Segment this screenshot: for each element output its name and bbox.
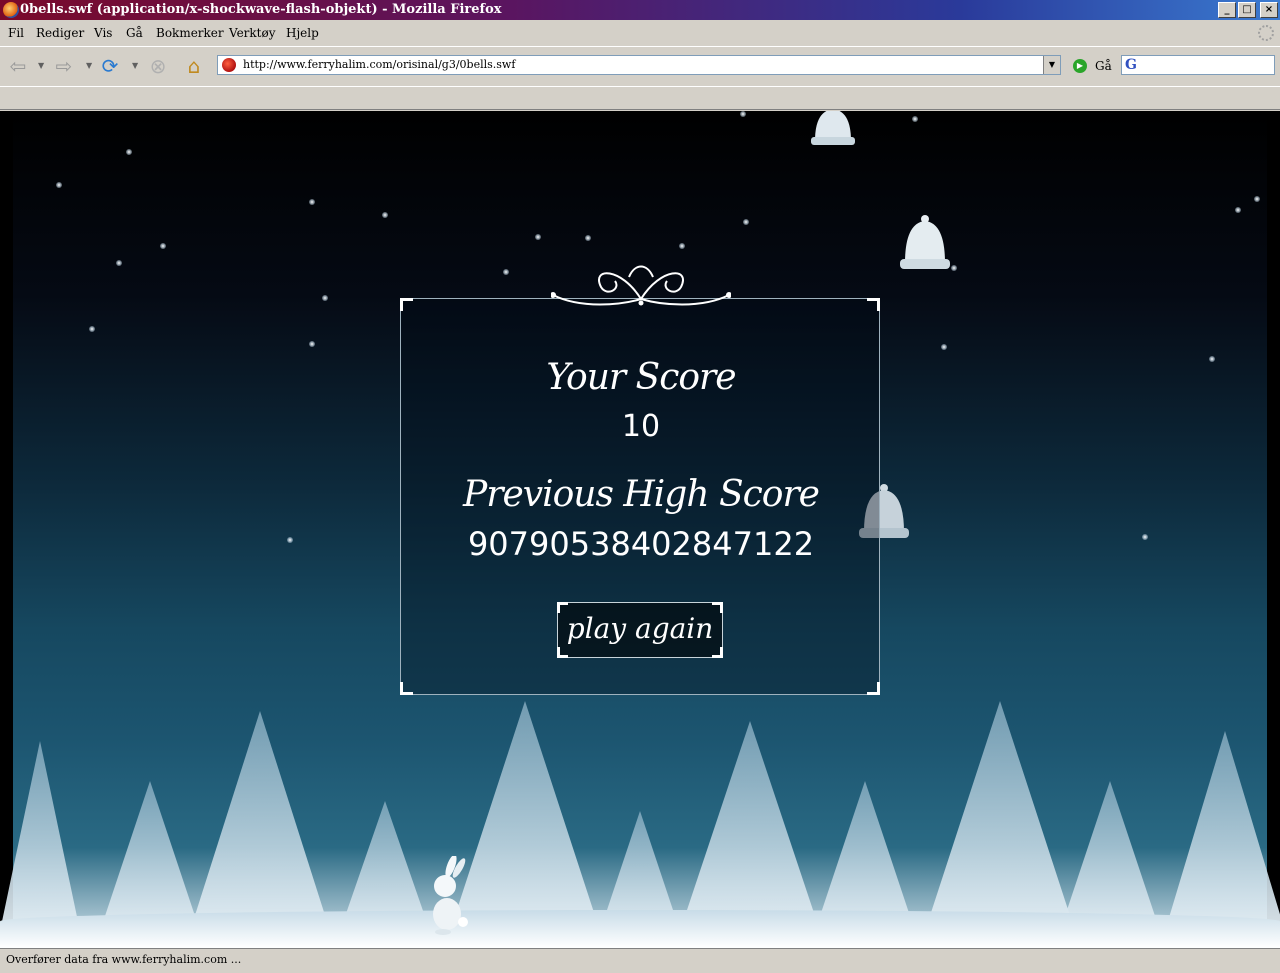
snowflake	[679, 243, 685, 249]
url-dropdown-icon[interactable]: ▼	[1043, 56, 1060, 74]
snowflake	[116, 260, 122, 266]
back-dropdown-icon[interactable]: ▼	[38, 61, 44, 70]
favicon-icon	[222, 58, 236, 72]
snow-ground	[0, 910, 1280, 948]
snowflake	[89, 326, 95, 332]
menu-view[interactable]: Vis	[94, 26, 112, 40]
menu-file[interactable]: Fil	[8, 26, 24, 40]
button-corner	[712, 602, 723, 613]
close-icon[interactable]: ×	[1260, 2, 1278, 18]
button-corner	[557, 647, 568, 658]
search-input[interactable]: G	[1121, 55, 1275, 75]
url-bar[interactable]: http://www.ferryhalim.com/orisinal/g3/0b…	[217, 55, 1061, 75]
score-value: 10	[621, 409, 661, 444]
snowflake	[1209, 356, 1215, 362]
menu-edit[interactable]: Rediger	[36, 26, 84, 40]
reload-dropdown-icon[interactable]: ▼	[132, 61, 138, 70]
snowflake	[503, 269, 509, 275]
high-score-value: 90790538402847122	[467, 525, 815, 563]
panel-corner	[400, 298, 413, 311]
reload-icon[interactable]: ⟳	[98, 54, 122, 78]
snowflake	[56, 182, 62, 188]
snowflake	[287, 537, 293, 543]
play-again-button[interactable]: play again	[557, 602, 723, 658]
snowflake	[382, 212, 388, 218]
forward-icon[interactable]: ⇨	[52, 54, 76, 78]
snowflake	[941, 344, 947, 350]
snowflake	[322, 295, 328, 301]
flourish-ornament	[551, 265, 731, 306]
bell-icon[interactable]	[897, 211, 953, 273]
menu-bar: Fil Rediger Vis Gå Bokmerker Verktøy Hje…	[0, 22, 1280, 44]
snowflake	[1142, 534, 1148, 540]
go-icon[interactable]: ▶	[1073, 59, 1087, 73]
flash-game[interactable]: Your Score 10 Previous High Score 907905…	[0, 111, 1280, 948]
bell-icon[interactable]	[805, 111, 861, 153]
menu-help[interactable]: Hjelp	[286, 26, 319, 40]
status-text: Overfører data fra www.ferryhalim.com ..…	[6, 953, 242, 966]
snowflake	[1235, 207, 1241, 213]
score-label: Your Score	[546, 357, 736, 398]
title-bar: 0bells.swf (application/x-shockwave-flas…	[0, 0, 1280, 20]
panel-corner	[867, 298, 880, 311]
back-icon[interactable]: ⇦	[6, 54, 30, 78]
snowflake	[126, 149, 132, 155]
panel-corner	[867, 682, 880, 695]
snowflake	[912, 116, 918, 122]
bunny-icon	[433, 856, 468, 935]
snowflake	[585, 235, 591, 241]
snowflake	[160, 243, 166, 249]
home-icon[interactable]: ⌂	[182, 54, 206, 78]
snowflake	[309, 199, 315, 205]
pine-trees	[0, 701, 1280, 931]
url-input[interactable]: http://www.ferryhalim.com/orisinal/g3/0b…	[243, 58, 515, 71]
status-bar: Overfører data fra www.ferryhalim.com ..…	[0, 948, 1280, 973]
menu-bookmarks[interactable]: Bokmerker	[156, 26, 224, 40]
stop-icon[interactable]: ⊗	[146, 54, 170, 78]
menu-go[interactable]: Gå	[126, 26, 143, 40]
bookmarks-toolbar	[0, 86, 1280, 110]
go-button[interactable]: Gå	[1095, 59, 1112, 73]
menu-tools[interactable]: Verktøy	[229, 26, 276, 40]
maximize-icon[interactable]: □	[1238, 2, 1256, 18]
throbber-icon	[1258, 25, 1274, 41]
snowflake	[535, 234, 541, 240]
google-icon[interactable]: G	[1125, 57, 1137, 73]
firefox-icon	[3, 2, 19, 18]
snowflake	[309, 341, 315, 347]
button-corner	[557, 602, 568, 613]
panel-corner	[400, 682, 413, 695]
high-score-label: Previous High Score	[463, 474, 820, 515]
score-panel: Your Score 10 Previous High Score 907905…	[400, 265, 880, 695]
window-title: 0bells.swf (application/x-shockwave-flas…	[20, 2, 502, 17]
button-corner	[712, 647, 723, 658]
snowflake	[743, 219, 749, 225]
forward-dropdown-icon[interactable]: ▼	[86, 61, 92, 70]
minimize-icon[interactable]: _	[1218, 2, 1236, 18]
snowflake	[740, 111, 746, 117]
play-again-label: play again	[566, 612, 714, 645]
snowflake	[1254, 196, 1260, 202]
